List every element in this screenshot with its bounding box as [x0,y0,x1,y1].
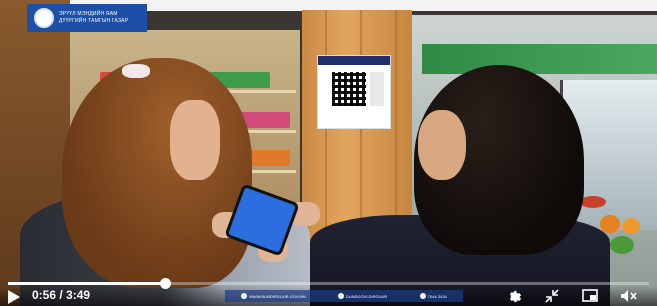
gear-icon[interactable] [505,288,523,304]
time-display: 0:56 / 3:49 [32,288,91,302]
website-item: WWW.BUNDIRGUUR.GOV.MN [241,293,306,299]
website-text: WWW.BUNDIRGUUR.GOV.MN [249,293,306,299]
channel-logo: ЭРҮҮЛ МЭНДИЙН ЯАМ ДҮҮРГИЙН ТАМГЫН ГАЗАР [27,4,147,32]
person-left-face [170,100,220,180]
qr-card-header [318,56,390,65]
facebook-text: DUNDGOVI.DIRGUUR [345,293,388,299]
phone-item: 7044-3434 [419,293,447,299]
store-sign [422,44,657,74]
emblem-icon [34,8,54,28]
phone-text: 7044-3434 [427,293,447,299]
qr-code-poster [317,55,391,129]
person-left-hair [62,58,252,288]
hair-scrunchie [122,64,150,78]
produce [622,218,640,234]
globe-icon [241,293,248,299]
progress-bar[interactable] [8,278,649,289]
progress-bar-played [8,282,166,285]
logo-text: ЭРҮҮЛ МЭНДИЙН ЯАМ ДҮҮРГИЙН ТАМГЫН ГАЗАР [59,11,128,25]
volume-muted-icon[interactable] [620,288,638,304]
picture-in-picture-icon[interactable] [581,288,599,304]
video-frame [0,0,657,306]
facebook-icon [337,293,344,299]
produce [580,196,606,208]
contact-info-strip: WWW.BUNDIRGUUR.GOV.MN DUNDGOVI.DIRGUUR 7… [225,290,463,302]
phone-icon [419,293,426,299]
logo-line-1: ЭРҮҮЛ МЭНДИЙН ЯАМ [59,11,118,17]
play-icon[interactable] [8,290,20,304]
produce [600,215,620,233]
facebook-item: DUNDGOVI.DIRGUUR [337,293,388,299]
progress-scrubber-handle[interactable] [160,278,172,289]
produce [610,236,634,254]
fullscreen-exit-icon[interactable] [543,288,561,304]
logo-line-2: ДҮҮРГИЙН ТАМГЫН ГАЗАР [59,18,129,24]
video-player[interactable]: ЭРҮҮЛ МЭНДИЙН ЯАМ ДҮҮРГИЙН ТАМГЫН ГАЗАР … [0,0,657,306]
person-right-face [418,110,466,180]
qr-card-side-panel [370,72,384,106]
qr-code [332,72,366,106]
